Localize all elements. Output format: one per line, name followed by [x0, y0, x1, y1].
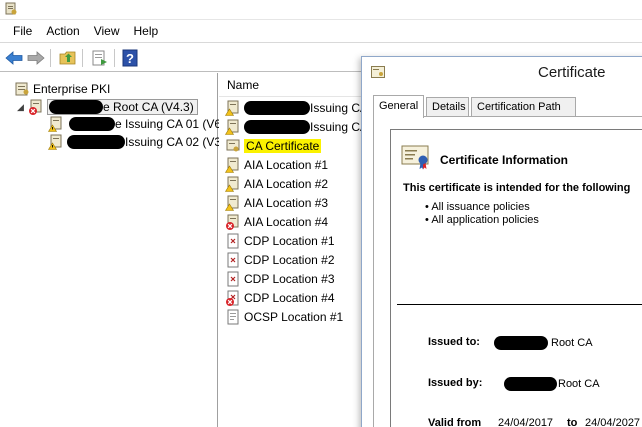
redacted-text	[504, 377, 557, 391]
tree-node-enterprise-pki[interactable]: Enterprise PKI	[14, 80, 110, 98]
up-one-level-button[interactable]	[58, 48, 78, 68]
crl-file-icon	[225, 252, 241, 268]
redacted-text	[67, 135, 125, 149]
certificate-warning-icon	[224, 176, 241, 192]
policy-item: • All issuance policies	[425, 201, 530, 213]
list-item-label: AIA Location #2	[244, 176, 329, 191]
valid-from-value: 24/04/2017	[498, 417, 554, 427]
certificate-icon	[225, 138, 241, 154]
crl-error-icon	[225, 290, 241, 306]
folder-up-icon	[59, 51, 76, 65]
list-item[interactable]: Issuing CA 0	[224, 117, 377, 136]
list-item-label: AIA Location #3	[244, 195, 329, 210]
list-item[interactable]: AIA Location #4	[225, 212, 328, 231]
menu-help[interactable]: Help	[127, 20, 166, 42]
redacted-text	[494, 336, 548, 350]
list-item[interactable]: CDP Location #4	[225, 288, 335, 307]
list-item-label: CDP Location #4	[244, 290, 335, 305]
menu-bar: File Action View Help	[0, 20, 642, 42]
certificate-ribbon-icon	[401, 145, 429, 170]
help-icon: ?	[122, 49, 138, 67]
tree-node-label: Issuing CA 02 (V3	[125, 135, 222, 149]
tab-content-general: Certificate Information This certificate…	[373, 116, 642, 427]
list-item-label: CDP Location #1	[244, 233, 335, 248]
ca-warning-icon	[47, 134, 64, 150]
redacted-text	[244, 119, 310, 134]
dialog-title-bar: Certificate	[362, 57, 642, 87]
tree-pane: Enterprise PKI ◢ e Root CA (V4.3) e Issu…	[0, 73, 222, 427]
list-item-label: OCSP Location #1	[244, 309, 344, 324]
selected-node-box: e Root CA (V4.3)	[47, 98, 198, 116]
column-name-label: Name	[227, 78, 260, 92]
list-item-label: CA Certificate	[244, 138, 322, 153]
tree-node-issuing-ca-01[interactable]: e Issuing CA 01 (V6	[47, 115, 222, 133]
list-item[interactable]: CDP Location #1	[225, 231, 335, 250]
back-icon	[5, 51, 23, 65]
certificate-info-title: Certificate Information	[440, 153, 569, 167]
certificate-warning-icon	[224, 195, 241, 211]
tab-certification-path[interactable]: Certification Path	[471, 97, 576, 117]
list-item[interactable]: AIA Location #3	[224, 193, 329, 212]
pki-icon	[14, 81, 30, 97]
export-list-icon	[92, 50, 107, 66]
ca-warning-icon	[47, 116, 64, 132]
menu-file[interactable]: File	[6, 20, 39, 42]
svg-text:?: ?	[126, 51, 134, 66]
list-item-label: AIA Location #4	[244, 214, 329, 229]
certificate-app-icon	[5, 2, 17, 15]
dialog-title: Certificate	[538, 64, 606, 81]
list-item[interactable]: AIA Location #1	[224, 155, 329, 174]
list-item-label: AIA Location #1	[244, 157, 329, 172]
redacted-text	[244, 100, 310, 115]
certificate-info-panel: Certificate Information This certificate…	[390, 129, 642, 427]
list-item-ca-certificate[interactable]: CA Certificate	[225, 136, 322, 155]
certificate-warning-icon	[224, 157, 241, 173]
list-item[interactable]: CDP Location #3	[225, 269, 335, 288]
list-item-label: CDP Location #2	[244, 252, 335, 267]
ca-error-icon	[28, 99, 44, 115]
list-item[interactable]: OCSP Location #1	[225, 307, 343, 326]
forward-icon	[27, 51, 45, 65]
tree-node-issuing-ca-02[interactable]: Issuing CA 02 (V3	[47, 133, 222, 151]
list-item-label: CDP Location #3	[244, 271, 335, 286]
list-item[interactable]: Issuing CA 0	[224, 98, 377, 117]
redacted-text	[69, 117, 115, 131]
back-button[interactable]	[4, 48, 24, 68]
policy-item: • All application policies	[425, 214, 539, 226]
tree-node-label: Enterprise PKI	[33, 82, 111, 96]
list-item[interactable]: CDP Location #2	[225, 250, 335, 269]
valid-to-label: to	[567, 417, 578, 427]
certificate-error-icon	[225, 214, 241, 230]
intended-purpose-text: This certificate is intended for the fol…	[403, 182, 631, 194]
redacted-text	[49, 100, 103, 115]
collapse-arrow-icon[interactable]: ◢	[17, 102, 24, 113]
valid-from-label: Valid from	[428, 417, 482, 427]
certificate-icon	[371, 66, 385, 78]
tree-node-label: e Issuing CA 01 (V6	[115, 117, 222, 131]
help-button[interactable]: ?	[120, 48, 140, 68]
forward-button[interactable]	[26, 48, 46, 68]
tree-node-root-ca[interactable]: e Root CA (V4.3)	[28, 98, 198, 116]
tab-details[interactable]: Details	[426, 97, 469, 117]
issued-to-value: Root CA	[494, 336, 593, 350]
menu-view[interactable]: View	[87, 20, 127, 42]
certificate-dialog: Certificate General Details Certificatio…	[361, 56, 642, 427]
menu-action[interactable]: Action	[39, 20, 86, 42]
tab-general[interactable]: General	[373, 95, 424, 118]
crl-file-icon	[225, 233, 241, 249]
certificate-warning-icon	[224, 119, 241, 135]
list-item[interactable]: AIA Location #2	[224, 174, 329, 193]
valid-to-value: 24/04/2027	[585, 417, 641, 427]
section-divider	[397, 304, 642, 305]
window-title-bar	[0, 0, 642, 20]
ocsp-icon	[225, 309, 241, 325]
issued-by-value: Root CA	[504, 377, 600, 391]
export-list-button[interactable]	[90, 48, 110, 68]
certificate-warning-icon	[224, 100, 241, 116]
tree-node-label: e Root CA (V4.3)	[103, 99, 194, 114]
issued-to-label: Issued to:	[428, 336, 480, 348]
crl-file-icon	[225, 271, 241, 287]
issued-by-label: Issued by:	[428, 377, 483, 389]
